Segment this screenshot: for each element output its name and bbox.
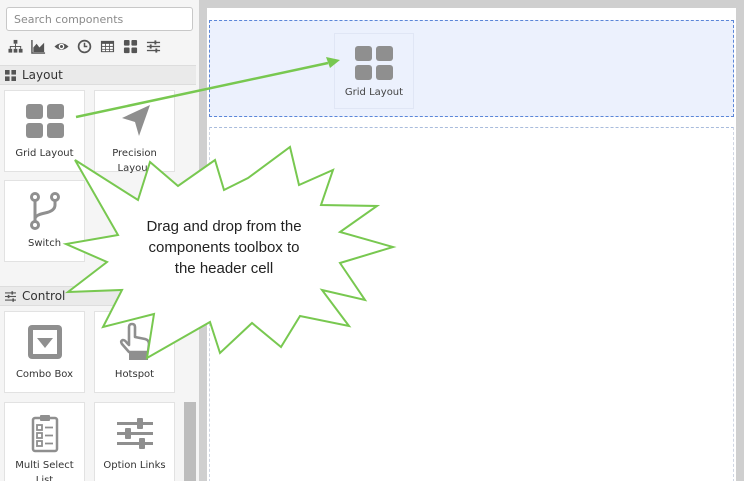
- sliders-icon: [5, 290, 16, 302]
- component-label: Combo Box: [15, 369, 74, 380]
- dropdown-icon: [25, 322, 65, 362]
- filter-bar: [7, 38, 168, 54]
- checklist-icon: [25, 413, 65, 453]
- callout-line: the header cell: [174, 260, 274, 277]
- callout-line: components toolbox to: [148, 239, 300, 256]
- component-combo-box[interactable]: Combo Box: [4, 311, 85, 393]
- component-switch[interactable]: Switch: [4, 180, 85, 262]
- component-label: Multi Select List: [15, 460, 74, 481]
- dropped-grid-layout[interactable]: Grid Layout: [334, 33, 414, 109]
- dropped-component-label: Grid Layout: [344, 87, 404, 98]
- area-chart-icon[interactable]: [30, 38, 46, 54]
- section-layout[interactable]: Layout: [0, 65, 196, 85]
- component-grid-layout[interactable]: Grid Layout: [4, 90, 85, 172]
- component-option-links[interactable]: Option Links: [94, 402, 175, 481]
- sliders-icon: [115, 413, 155, 453]
- component-label: Option Links: [103, 460, 166, 471]
- sliders-icon[interactable]: [145, 38, 161, 54]
- section-control[interactable]: Control: [0, 286, 196, 306]
- component-label: Hotspot: [114, 369, 155, 380]
- search-input[interactable]: [6, 7, 193, 31]
- callout-line: Drag and drop from the: [146, 218, 302, 235]
- table-icon[interactable]: [99, 38, 115, 54]
- hierarchy-icon[interactable]: [7, 38, 23, 54]
- component-precision-layout[interactable]: Precision Layout: [94, 90, 175, 174]
- eye-icon[interactable]: [53, 38, 69, 54]
- section-control-label: Control: [22, 289, 66, 303]
- arrow-pointer-icon: [115, 101, 155, 141]
- grid-layout-icon: [354, 43, 394, 83]
- body-cell[interactable]: [209, 127, 734, 481]
- section-layout-label: Layout: [22, 68, 63, 82]
- grid-icon[interactable]: [122, 38, 138, 54]
- header-cell[interactable]: Grid Layout: [209, 20, 734, 117]
- callout-text: Drag and drop from the components toolbo…: [128, 216, 320, 279]
- component-label: Grid Layout: [15, 148, 74, 159]
- clock-icon[interactable]: [76, 38, 92, 54]
- component-multi-select-list[interactable]: Multi Select List: [4, 402, 85, 481]
- toolbox-scrollbar[interactable]: [184, 402, 196, 481]
- component-label: Switch: [27, 238, 62, 249]
- component-hotspot[interactable]: Hotspot: [94, 311, 175, 393]
- component-label: Precision Layout: [112, 148, 157, 174]
- branch-icon: [25, 191, 65, 231]
- hand-pointer-icon: [115, 322, 155, 362]
- grid-icon: [5, 69, 16, 81]
- grid-layout-icon: [25, 101, 65, 141]
